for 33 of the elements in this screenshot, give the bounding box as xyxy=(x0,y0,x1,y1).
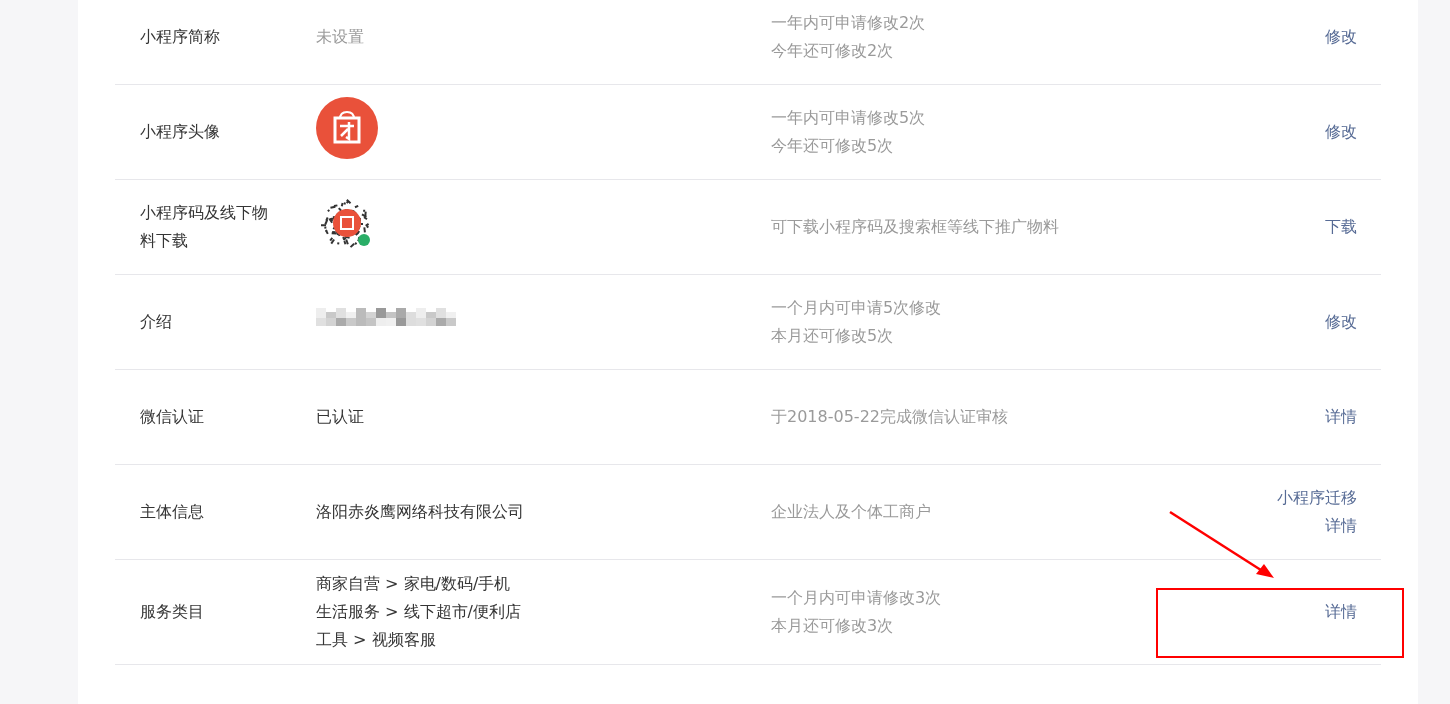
field-label: 小程序头像 xyxy=(140,121,221,143)
field-value: 洛阳赤炎鹰网络科技有限公司 xyxy=(316,501,525,523)
shopping-bag-icon xyxy=(316,96,378,159)
field-label: 小程序码及线下物料下载 xyxy=(140,202,269,252)
field-note: 一年内可申请修改2次 xyxy=(771,12,927,34)
field-value: 已认证 xyxy=(316,406,365,428)
action-link[interactable]: 修改 xyxy=(1325,118,1357,146)
field-note: 今年还可修改2次 xyxy=(771,40,895,62)
action-link[interactable]: 详情 xyxy=(1325,598,1357,626)
field-value: 工具 > 视频客服 xyxy=(316,629,437,651)
field-value: 生活服务 > 线下超市/便利店 xyxy=(316,601,522,623)
field-note: 一个月内可申请修改3次 xyxy=(771,587,943,609)
field-label: 介绍 xyxy=(140,311,173,333)
field-note: 一年内可申请修改5次 xyxy=(771,107,927,129)
field-note: 于2018-05-22完成微信认证审核 xyxy=(771,406,1009,428)
field-note: 今年还可修改5次 xyxy=(771,135,895,157)
action-link[interactable]: 详情 xyxy=(1325,403,1357,431)
action-link[interactable]: 详情 xyxy=(1325,512,1357,540)
field-value: 未设置 xyxy=(316,26,365,48)
action-link[interactable]: 下载 xyxy=(1325,213,1357,241)
field-note: 本月还可修改5次 xyxy=(771,325,895,347)
action-link[interactable]: 修改 xyxy=(1325,308,1357,336)
action-link[interactable]: 小程序迁移 xyxy=(1277,484,1357,512)
field-note: 可下载小程序码及搜索框等线下推广物料 xyxy=(771,216,1060,238)
field-label: 小程序简称 xyxy=(140,26,221,48)
field-label: 服务类目 xyxy=(140,601,205,623)
field-label: 微信认证 xyxy=(140,406,205,428)
field-note: 一个月内可申请5次修改 xyxy=(771,297,943,319)
field-value: 商家自营 > 家电/数码/手机 xyxy=(316,573,512,595)
field-label: 主体信息 xyxy=(140,501,205,523)
action-link[interactable]: 修改 xyxy=(1325,23,1357,51)
field-note: 本月还可修改3次 xyxy=(771,615,895,637)
field-note: 企业法人及个体工商户 xyxy=(771,501,932,523)
